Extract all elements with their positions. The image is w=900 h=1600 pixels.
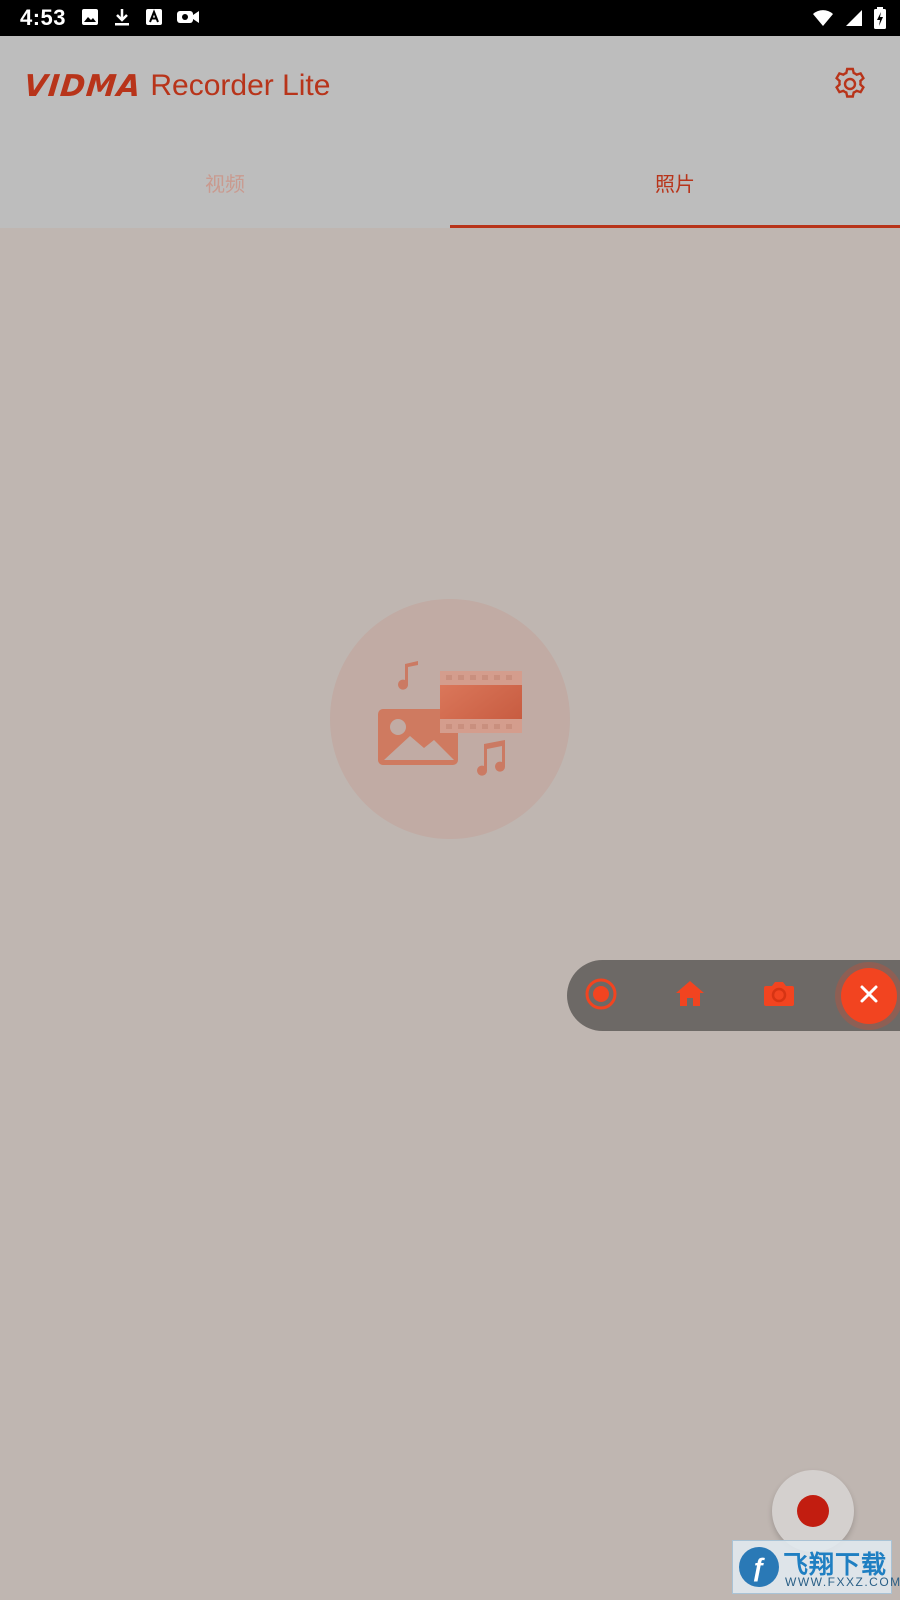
status-icons-left xyxy=(80,7,200,27)
toolbar-screenshot-button[interactable] xyxy=(755,972,803,1020)
gear-icon xyxy=(832,66,868,107)
empty-state xyxy=(330,599,570,839)
brand-logo: VIDMA xyxy=(22,68,144,104)
battery-charging-icon xyxy=(874,7,886,29)
signal-icon xyxy=(844,8,864,28)
record-dot-icon xyxy=(797,1495,829,1527)
status-bar: 4:53 xyxy=(0,0,900,36)
tab-photos[interactable]: 照片 xyxy=(450,136,900,228)
tab-bar: 视频 照片 xyxy=(0,136,900,228)
image-icon xyxy=(80,7,100,27)
close-icon xyxy=(858,983,880,1010)
watermark-logo-icon: ƒ xyxy=(739,1547,779,1587)
tab-videos[interactable]: 视频 xyxy=(0,136,450,228)
home-icon xyxy=(674,978,706,1015)
floating-toolbar xyxy=(567,960,900,1031)
brand: VIDMA Recorder Lite xyxy=(22,66,331,106)
toolbar-close-button[interactable] xyxy=(841,968,897,1024)
download-icon xyxy=(112,7,132,27)
watermark-url: WWW.FXXZ.COM xyxy=(785,1575,900,1589)
toolbar-record-button[interactable] xyxy=(577,972,625,1020)
camera-icon xyxy=(762,978,796,1015)
media-gallery-icon xyxy=(360,654,540,789)
watermark: ƒ 飞翔下载 WWW.FXXZ.COM xyxy=(732,1540,900,1594)
settings-button[interactable] xyxy=(830,66,870,106)
status-time: 4:53 xyxy=(20,5,67,30)
toolbar-home-button[interactable] xyxy=(666,972,714,1020)
record-icon xyxy=(583,976,619,1017)
text-icon xyxy=(144,7,164,27)
app-bar: VIDMA Recorder Lite xyxy=(0,36,900,136)
content-area: ƒ 飞翔下载 WWW.FXXZ.COM xyxy=(0,228,900,1600)
video-camera-icon xyxy=(176,7,200,27)
brand-subtitle: Recorder Lite xyxy=(150,69,331,102)
status-icons-right xyxy=(812,7,886,29)
wifi-icon xyxy=(812,8,834,28)
